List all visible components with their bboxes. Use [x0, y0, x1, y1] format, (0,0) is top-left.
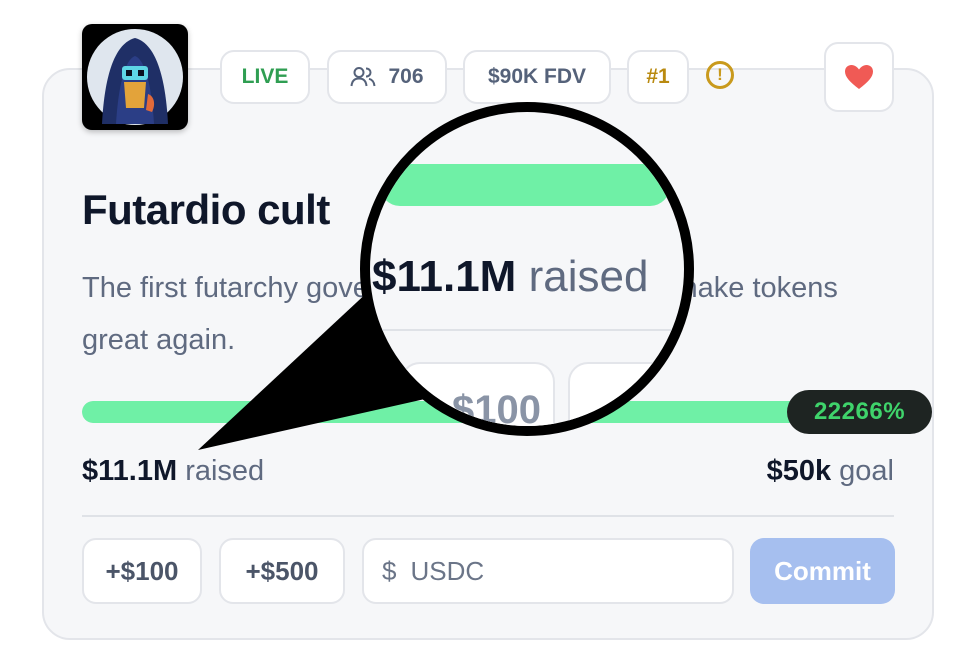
- magnifier-callout: $11.1M raised $100: [360, 102, 694, 436]
- magnified-raised-label: raised: [528, 252, 649, 301]
- magnified-button: $100: [400, 362, 555, 426]
- magnified-raised-text: $11.1M raised: [372, 252, 648, 302]
- magnified-progress-bar: [380, 164, 670, 206]
- magnified-divider: [370, 329, 684, 331]
- magnified-button-2: [568, 362, 684, 426]
- magnified-raised-amount: $11.1M: [372, 252, 517, 301]
